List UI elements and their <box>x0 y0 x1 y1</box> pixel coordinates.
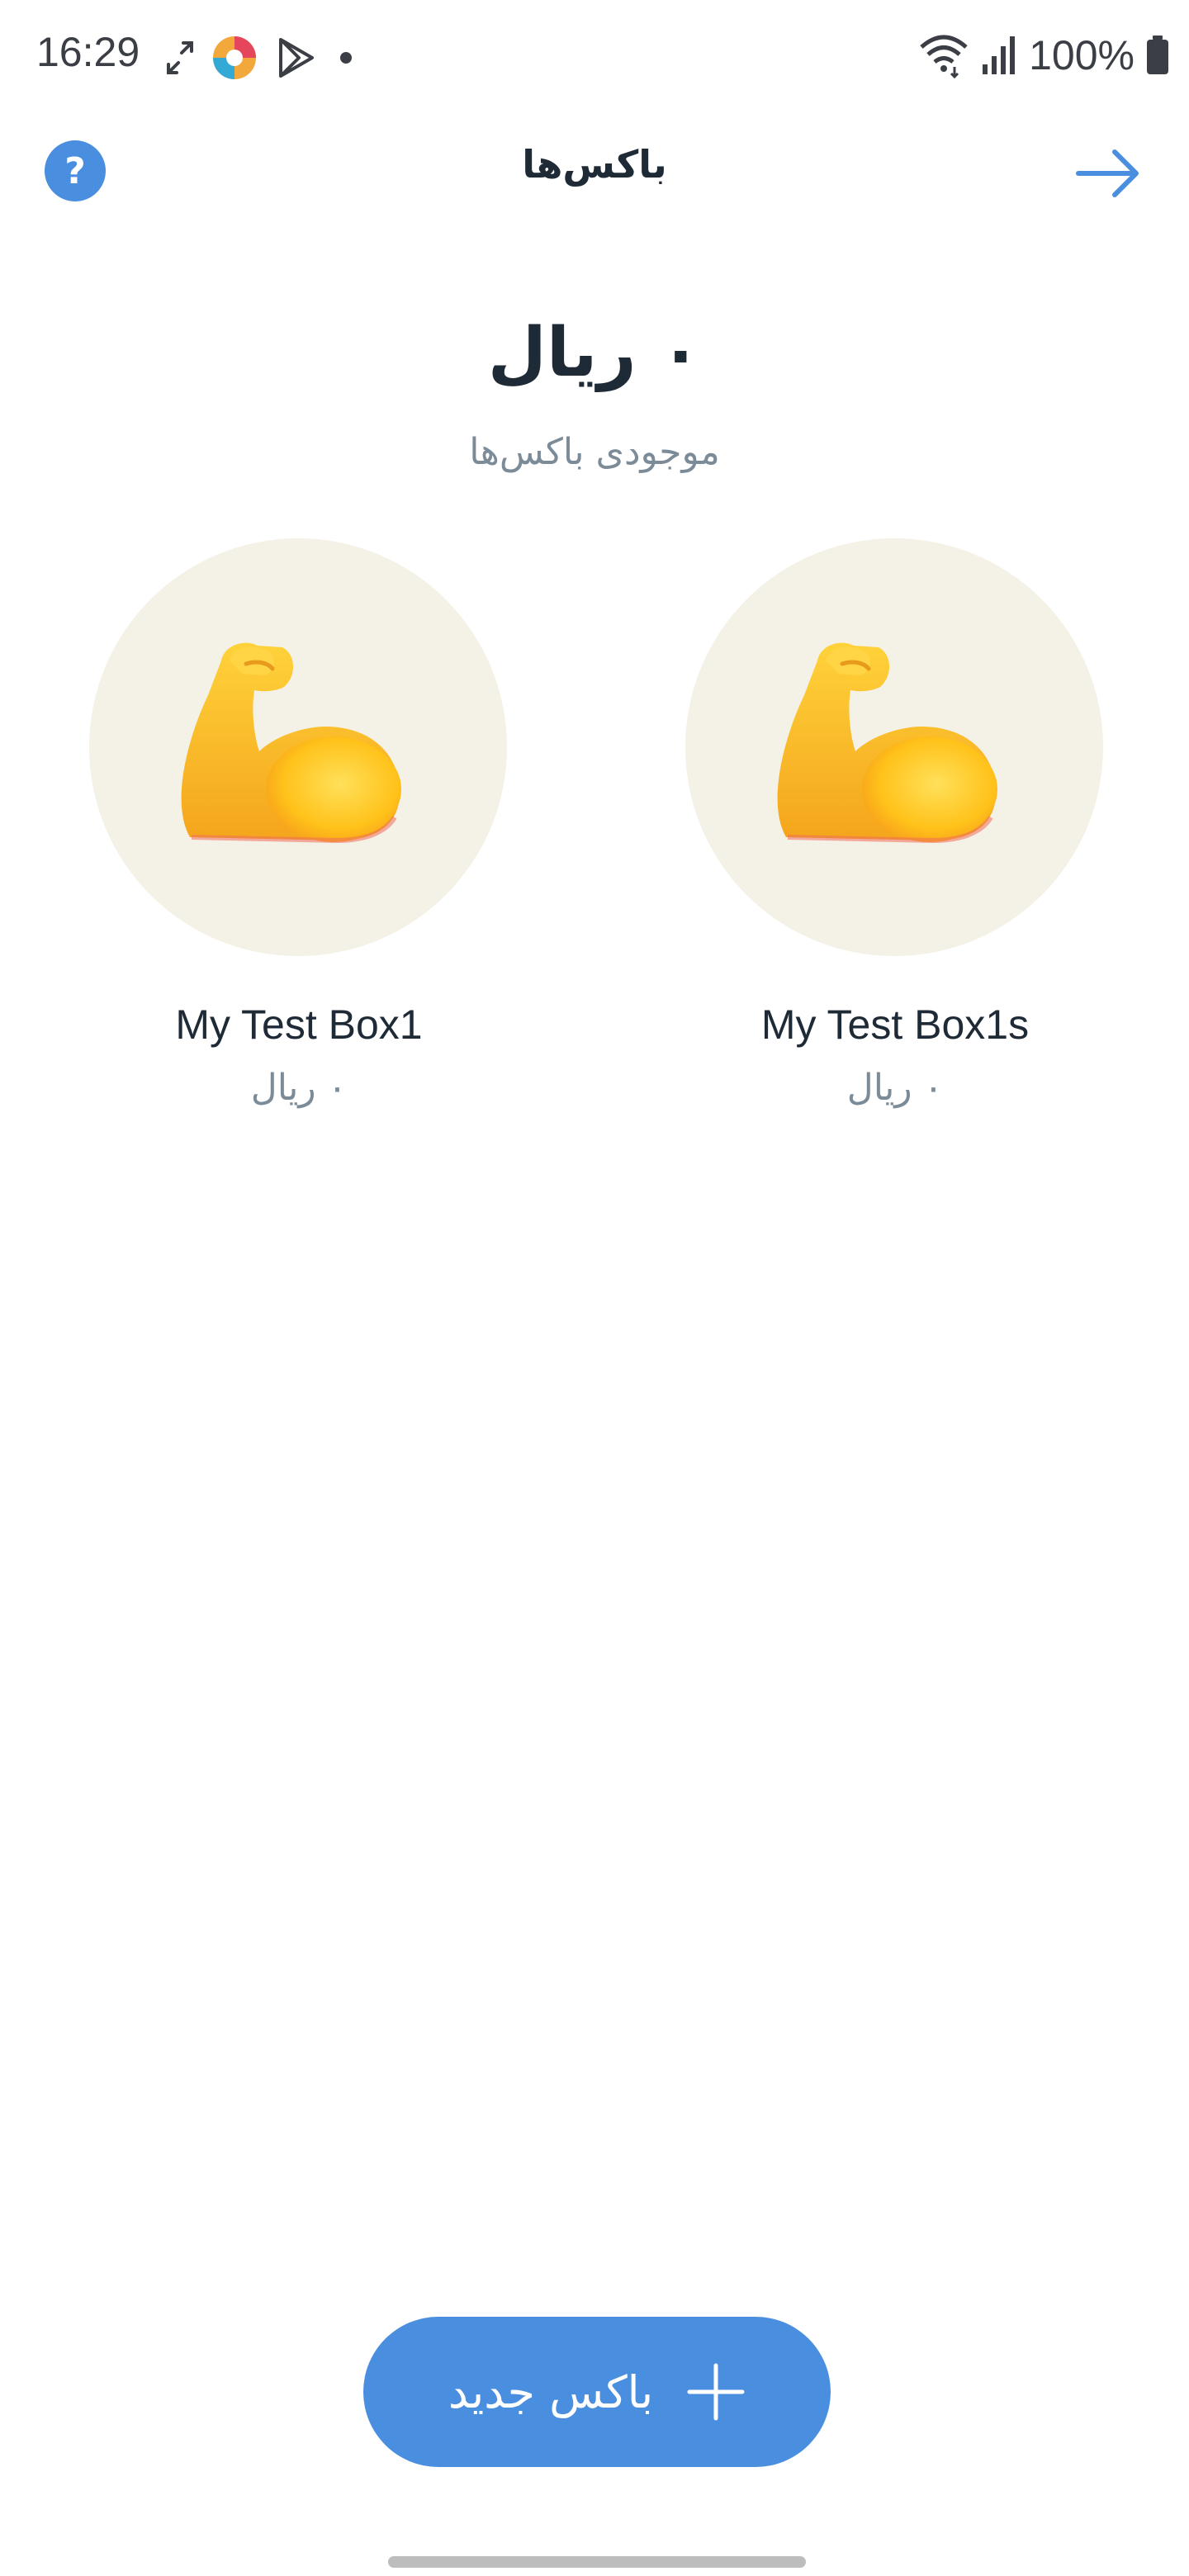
signal-icon <box>983 36 1016 74</box>
status-time: 16:29 <box>36 29 140 75</box>
battery-icon <box>1147 36 1168 74</box>
notification-icons <box>165 33 358 83</box>
total-balance: ۰ ریال <box>487 314 702 392</box>
new-box-button[interactable]: باکس جدید <box>363 2317 831 2467</box>
play-store-icon <box>279 38 314 78</box>
box-card[interactable]: My Test Box1s ۰ ریال <box>680 538 1110 1149</box>
arrow-right-icon <box>1076 149 1139 197</box>
box-avatar <box>89 538 507 956</box>
home-indicator[interactable] <box>388 2556 806 2568</box>
flexed-biceps-icon <box>181 642 401 844</box>
box-balance: ۰ ریال <box>250 1067 348 1109</box>
status-bar: 16:29 100% <box>0 0 1189 116</box>
flexed-biceps-icon <box>777 642 997 844</box>
status-right: 100% <box>918 31 1169 79</box>
dot-icon <box>340 52 352 64</box>
app-logo-icon <box>213 36 256 79</box>
box-name: My Test Box1s <box>760 1002 1030 1048</box>
box-avatar <box>685 538 1103 956</box>
box-balance: ۰ ریال <box>846 1067 944 1109</box>
new-box-label: باکس جدید <box>448 2365 654 2418</box>
box-card[interactable]: My Test Box1 ۰ ریال <box>84 538 514 1149</box>
sync-icon <box>167 41 193 74</box>
box-name: My Test Box1 <box>175 1002 423 1048</box>
total-balance-label: موجودی باکس‌ها <box>469 431 720 473</box>
wifi-icon <box>920 35 968 78</box>
back-button[interactable] <box>1073 139 1143 208</box>
battery-percentage: 100% <box>1029 32 1135 78</box>
page-title: باکس‌ها <box>522 142 667 187</box>
plus-icon <box>687 2363 745 2421</box>
